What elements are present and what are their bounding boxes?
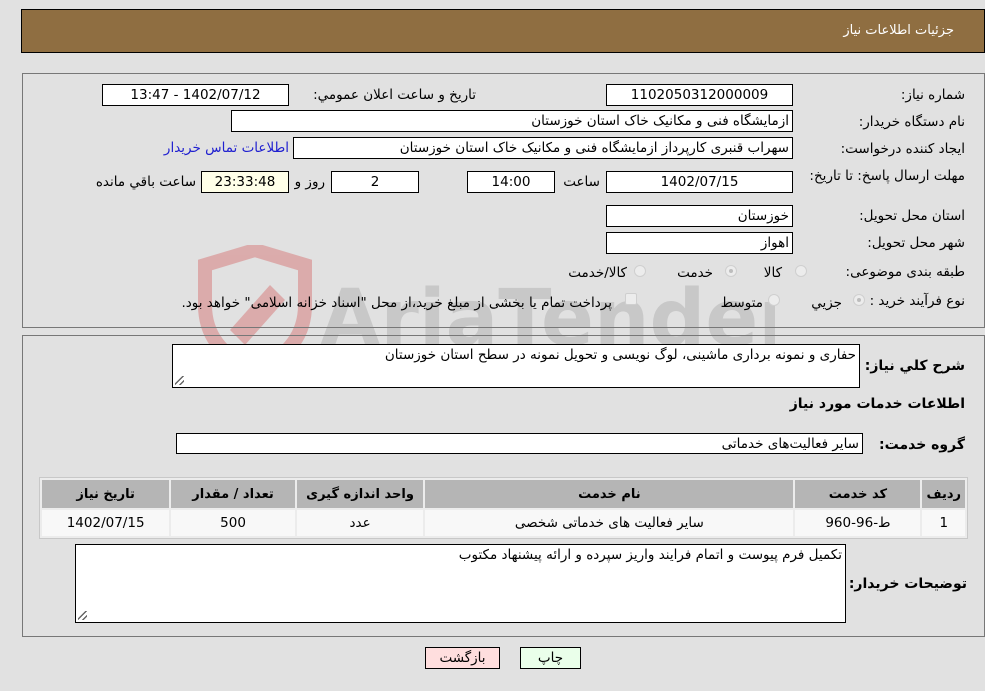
category-option-goods-service: کالا/خدمت (568, 265, 627, 281)
deadline-date-field: 1402/07/15 (606, 171, 793, 193)
province-field: خوزستان (606, 205, 793, 227)
category-radio-service[interactable] (725, 265, 737, 277)
city-label: شهر محل تحويل: (867, 235, 965, 251)
remaining-time-field: 23:33:48 (201, 171, 289, 193)
process-option-minor: جزيي (811, 295, 842, 311)
cell-service-name: ساير فعاليت های خدماتی شخصی (425, 510, 794, 536)
creator-label: ايجاد کننده درخواست: (840, 141, 965, 157)
province-label: استان محل تحويل: (859, 208, 965, 224)
services-table: رديف کد خدمت نام خدمت واحد اندازه گيری ت… (39, 477, 968, 539)
creator-field: سهراب قنبری کارپرداز ازمایشگاه فنی و مکا… (293, 137, 793, 159)
buyer-org-field: ازمایشگاه فنی و مکانیک خاک استان خوزستان (231, 110, 793, 132)
col-header-service-code: کد خدمت (795, 480, 921, 508)
category-option-service: خدمت (677, 265, 713, 281)
category-radio-goods-service[interactable] (634, 265, 646, 277)
summary-label: شرح کلي نياز: (864, 358, 965, 374)
buyer-org-label: نام دستگاه خريدار: (858, 114, 965, 130)
announce-label: تاريخ و ساعت اعلان عمومي: (313, 87, 476, 103)
need-number-field: 1102050312000009 (606, 84, 793, 106)
buyer-notes-textarea[interactable]: تکمیل فرم پیوست و اتمام فرایند واریز سپر… (75, 544, 846, 623)
process-option-medium: متوسط (720, 295, 763, 311)
table-row: 1 ط-96-960 ساير فعاليت های خدماتی شخصی ع… (42, 510, 965, 536)
category-radio-goods[interactable] (795, 265, 807, 277)
days-remaining-field: 2 (331, 171, 419, 193)
deadline-label: مهلت ارسال پاسخ: تا تاريخ: (809, 168, 965, 184)
col-header-unit: واحد اندازه گيری (296, 480, 424, 508)
cell-row-number: 1 (922, 510, 965, 536)
page-header: جزئيات اطلاعات نياز (21, 9, 985, 53)
cell-quantity: 500 (171, 510, 295, 536)
summary-text: حفاری و نمونه برداری ماشینی، لوگ نویسی و… (384, 347, 856, 363)
city-field: اهواز (606, 232, 793, 254)
process-label: نوع فرآيند خريد : (869, 293, 965, 309)
deadline-time-label: ساعت (563, 174, 600, 190)
process-radio-minor[interactable] (853, 294, 865, 306)
resize-grip-icon[interactable] (78, 611, 87, 620)
deadline-time-field: 14:00 (467, 171, 555, 193)
service-group-label: گروه خدمت: (879, 437, 965, 453)
buyer-notes-text: تکمیل فرم پیوست و اتمام فرایند واریز سپر… (458, 547, 842, 563)
treasury-checkbox[interactable] (625, 293, 637, 305)
service-group-field: ساير فعاليت‌هاى خدماتى (176, 433, 863, 454)
days-label: روز و (294, 174, 325, 190)
table-header-row: رديف کد خدمت نام خدمت واحد اندازه گيری ت… (42, 480, 965, 508)
cell-need-date: 1402/07/15 (42, 510, 170, 536)
buyer-notes-label: توضيحات خريدار: (848, 576, 967, 592)
cell-unit: عدد (296, 510, 424, 536)
remaining-time-label: ساعت باقي مانده (95, 174, 196, 190)
services-heading: اطلاعات خدمات مورد نياز (789, 396, 965, 412)
back-button[interactable]: بازگشت (425, 647, 500, 669)
cell-service-code: ط-96-960 (795, 510, 921, 536)
buyer-contact-link[interactable]: اطلاعات تماس خريدار (164, 140, 289, 156)
category-option-goods: کالا (763, 265, 782, 281)
need-number-label: شماره نياز: (900, 87, 965, 103)
page-title: جزئيات اطلاعات نياز (843, 23, 954, 38)
category-label: طبقه بندی موضوعی: (845, 264, 965, 280)
process-radio-medium[interactable] (768, 294, 780, 306)
col-header-service-name: نام خدمت (425, 480, 794, 508)
col-header-need-date: تاريخ نياز (42, 480, 170, 508)
resize-grip-icon[interactable] (175, 376, 184, 385)
announce-datetime-field: 1402/07/12 - 13:47 (102, 84, 289, 106)
col-header-quantity: تعداد / مقدار (171, 480, 295, 508)
summary-textarea[interactable]: حفاری و نمونه برداری ماشینی، لوگ نویسی و… (172, 344, 860, 388)
treasury-note: پرداخت تمام یا بخشی از مبلغ خرید،از محل … (181, 295, 612, 311)
print-button[interactable]: چاپ (520, 647, 581, 669)
col-header-row-number: رديف (922, 480, 965, 508)
